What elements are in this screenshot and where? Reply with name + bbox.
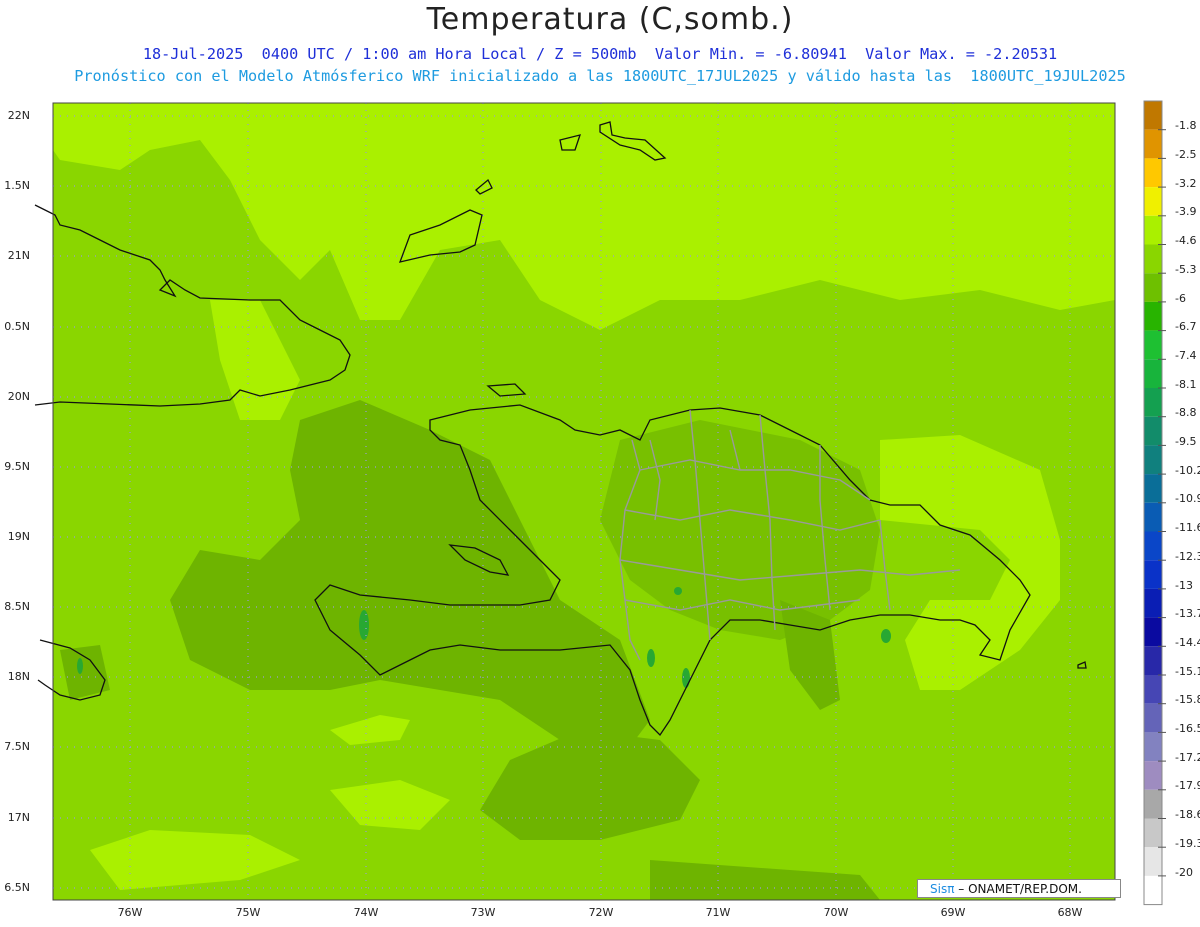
lon-label: 68W <box>1057 906 1083 919</box>
lat-label: 0.5N <box>4 320 30 333</box>
lat-label: 19N <box>7 530 30 543</box>
lon-label: 69W <box>940 906 966 919</box>
colorbar-swatch <box>1144 187 1162 216</box>
colorbar-swatch <box>1144 646 1162 675</box>
colorbar-swatch <box>1144 847 1162 876</box>
colorbar-label: -13 <box>1175 578 1193 592</box>
lat-label: 6.5N <box>4 881 30 894</box>
lon-label: 70W <box>823 906 849 919</box>
colorbar-label: -3.2 <box>1175 176 1197 190</box>
credit-text: – ONAMET/REP.DOM. <box>958 882 1082 896</box>
lon-label: 75W <box>235 906 261 919</box>
colorbar-label: -14.4 <box>1175 635 1200 649</box>
colorbar-swatch <box>1144 244 1162 274</box>
cold-patch-6 <box>674 587 682 595</box>
colorbar-label: -15.1 <box>1175 664 1200 678</box>
colorbar-label: -13.7 <box>1175 607 1200 621</box>
colorbar-swatch <box>1144 875 1162 905</box>
colorbar-swatch <box>1144 732 1162 762</box>
colorbar <box>1143 100 1166 906</box>
lat-label: 20N <box>7 390 30 403</box>
colorbar-label: -10.2 <box>1175 463 1200 477</box>
lat-label: 17N <box>7 811 30 824</box>
colorbar-label: -18.6 <box>1175 808 1200 822</box>
cold-patch-4 <box>881 629 891 643</box>
colorbar-label: -6 <box>1175 291 1186 305</box>
colorbar-label: -17.2 <box>1175 750 1200 764</box>
lat-label: 9.5N <box>4 460 30 473</box>
colorbar-label: -10.9 <box>1175 492 1200 506</box>
colorbar-swatch <box>1144 273 1162 302</box>
colorbar-swatch <box>1144 789 1162 819</box>
lon-label: 73W <box>470 906 496 919</box>
colorbar-swatch <box>1144 158 1162 188</box>
colorbar-swatch <box>1144 560 1162 589</box>
colorbar-label: -3.9 <box>1175 205 1197 219</box>
colorbar-swatch <box>1144 502 1162 532</box>
lat-label: 1.5N <box>4 179 30 192</box>
colorbar-label: -15.8 <box>1175 693 1200 707</box>
colorbar-swatch <box>1144 359 1162 388</box>
cold-patch-3 <box>682 668 690 688</box>
colorbar-label: -11.6 <box>1175 521 1200 535</box>
colorbar-swatch <box>1144 703 1162 733</box>
lat-label: 8.5N <box>4 600 30 613</box>
colorbar-swatch <box>1144 388 1162 417</box>
lat-label: 18N <box>7 670 30 683</box>
colorbar-label: -4.6 <box>1175 234 1197 248</box>
colorbar-swatch <box>1144 818 1162 848</box>
colorbar-label: -5.3 <box>1175 262 1197 276</box>
colorbar-swatch <box>1144 129 1162 159</box>
credit-box: Sisπ – ONAMET/REP.DOM. <box>917 879 1121 898</box>
colorbar-label: -12.3 <box>1175 549 1200 563</box>
colorbar-swatch <box>1144 617 1162 647</box>
lat-label: 22N <box>7 109 30 122</box>
colorbar-label: -16.5 <box>1175 722 1200 736</box>
colorbar-label: -9.5 <box>1175 435 1197 449</box>
colorbar-swatch <box>1144 445 1162 475</box>
colorbar-swatch <box>1144 330 1162 360</box>
colorbar-swatch <box>1144 301 1162 331</box>
temperature-field <box>53 103 1115 900</box>
cold-patch-1 <box>359 610 369 640</box>
colorbar-label: -6.7 <box>1175 320 1197 334</box>
colorbar-label: -8.8 <box>1175 406 1197 420</box>
cold-patch-2 <box>647 649 655 667</box>
lat-label: 21N <box>7 249 30 262</box>
lon-label: 71W <box>705 906 731 919</box>
colorbar-swatch <box>1144 761 1162 790</box>
lat-label: 7.5N <box>4 740 30 753</box>
lon-label: 74W <box>353 906 379 919</box>
sispi-logo-text: Sisπ <box>930 882 955 896</box>
colorbar-swatch <box>1144 675 1162 704</box>
cold-patch-5 <box>77 658 83 674</box>
colorbar-label: -19.3 <box>1175 836 1200 850</box>
colorbar-label: -17.9 <box>1175 779 1200 793</box>
colorbar-swatch <box>1144 416 1162 446</box>
colorbar-swatch <box>1144 531 1162 561</box>
colorbar-label: -7.4 <box>1175 348 1197 362</box>
lon-label: 76W <box>117 906 143 919</box>
colorbar-label: -8.1 <box>1175 377 1197 391</box>
lon-label: 72W <box>588 906 614 919</box>
colorbar-label: -1.8 <box>1175 119 1197 133</box>
colorbar-swatch <box>1144 101 1162 130</box>
temperature-map <box>34 100 1166 906</box>
colorbar-label: -20 <box>1175 865 1193 879</box>
colorbar-swatch <box>1144 474 1162 503</box>
colorbar-swatch <box>1144 215 1162 245</box>
colorbar-swatch <box>1144 588 1162 618</box>
colorbar-label: -2.5 <box>1175 148 1197 162</box>
